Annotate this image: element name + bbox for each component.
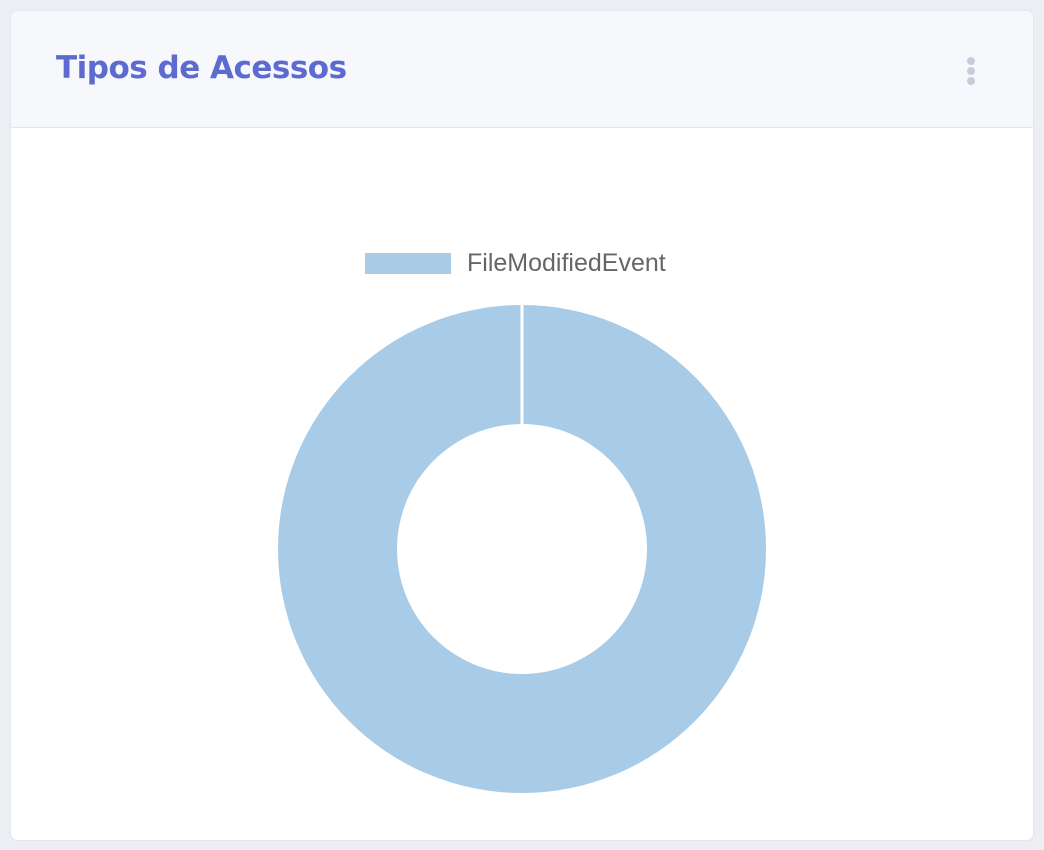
more-vertical-icon-dot	[967, 77, 975, 85]
donut-chart	[278, 305, 766, 793]
card-title: Tipos de Acessos	[56, 50, 347, 86]
card-header: Tipos de Acessos	[11, 11, 1033, 128]
more-options-button[interactable]	[956, 51, 986, 91]
chart-card: Tipos de Acessos FileModifiedEvent	[10, 10, 1034, 841]
more-vertical-icon	[967, 57, 975, 65]
more-vertical-icon-dot	[967, 67, 975, 75]
chart-area: FileModifiedEvent	[11, 128, 1033, 840]
